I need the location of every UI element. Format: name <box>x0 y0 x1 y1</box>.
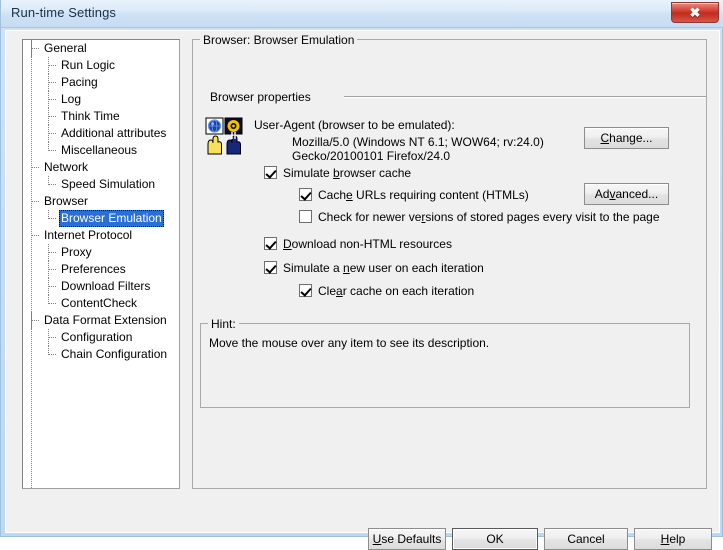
browser-properties-label: Browser properties <box>210 90 311 104</box>
tree-item-miscellaneous[interactable]: Miscellaneous <box>23 142 179 159</box>
tree-item-pacing[interactable]: Pacing <box>23 74 179 91</box>
cancel-label: Cancel <box>567 532 605 546</box>
use-defaults-button[interactable]: Use Defaults <box>368 528 446 550</box>
checkbox-label: Simulate browser cache <box>283 166 412 180</box>
user-agent-label: User-Agent (browser to be emulated): <box>254 118 455 132</box>
tree-item-think-time[interactable]: Think Time <box>23 108 179 125</box>
tree-item-network[interactable]: Network <box>23 159 179 176</box>
tree-item-label: Preferences <box>61 262 126 276</box>
dialog-client-area: General Run Logic Pacing Log Think Time Addit… <box>5 30 720 550</box>
ok-button[interactable]: OK <box>452 528 538 550</box>
checkbox-label: Download non-HTML resources <box>283 237 452 251</box>
tree-item-label: Think Time <box>61 109 120 123</box>
change-button[interactable]: Change... <box>584 127 669 149</box>
advanced-button-label: Advanced... <box>594 187 659 201</box>
checkbox-box[interactable] <box>299 188 312 201</box>
tree-item-download-filters[interactable]: Download Filters <box>23 278 179 295</box>
close-button[interactable]: ✖ <box>671 2 719 23</box>
use-defaults-label: Use Defaults <box>372 532 442 546</box>
tree-item-preferences[interactable]: Preferences <box>23 261 179 278</box>
tree-item-browser-emulation[interactable]: Browser Emulation <box>23 210 179 227</box>
tree-item-label: Configuration <box>61 330 133 344</box>
hint-legend: Hint: <box>208 317 239 331</box>
tree-item-log[interactable]: Log <box>23 91 179 108</box>
tree-item-label: Pacing <box>61 75 98 89</box>
tree-item-label: Browser <box>44 194 89 208</box>
checkbox-label: Cache URLs requiring content (HTMLs) <box>318 188 529 202</box>
close-icon: ✖ <box>689 5 701 20</box>
tree-item-label: Speed Simulation <box>61 177 156 191</box>
change-button-label: Change... <box>600 131 653 145</box>
user-agent-value-line2: Gecko/20100101 Firefox/24.0 <box>292 149 451 163</box>
tree-item-label: Run Logic <box>61 58 116 72</box>
user-agent-value-line1: Mozilla/5.0 (Windows NT 6.1; WOW64; rv:2… <box>292 135 544 149</box>
checkbox-box[interactable] <box>264 166 277 179</box>
tree-item-list: General Run Logic Pacing Log Think Time Addit… <box>23 40 179 363</box>
ok-label: OK <box>486 532 504 546</box>
help-label: Help <box>660 532 686 546</box>
tree-item-proxy[interactable]: Proxy <box>23 244 179 261</box>
checkbox-label: Clear cache on each iteration <box>318 284 475 298</box>
tree-item-label: ContentCheck <box>61 296 138 310</box>
tree-item-configuration[interactable]: Configuration <box>23 329 179 346</box>
window-title: Run-time Settings <box>11 5 117 20</box>
tree-item-label: Chain Configuration <box>61 347 168 361</box>
help-button[interactable]: Help <box>634 528 712 550</box>
tree-item-additional-attributes[interactable]: Additional attributes <box>23 125 179 142</box>
tree-item-run-logic[interactable]: Run Logic <box>23 57 179 74</box>
browser-emulation-icon <box>205 117 245 155</box>
checkbox-label: Simulate a new user on each iteration <box>283 261 484 275</box>
hint-text: Move the mouse over any item to see its … <box>209 336 490 350</box>
title-bar: Run-time Settings ✖ <box>1 0 723 28</box>
tree-item-label: Network <box>44 160 89 174</box>
tree-item-browser[interactable]: Browser <box>23 193 179 210</box>
checkbox-box[interactable] <box>264 261 277 274</box>
cancel-button[interactable]: Cancel <box>544 528 628 550</box>
settings-tree[interactable]: General Run Logic Pacing Log Think Time Addit… <box>22 39 180 489</box>
browser-properties-divider <box>344 96 706 98</box>
tree-item-label: Additional attributes <box>61 126 167 140</box>
dialog-window: Run-time Settings ✖ General Run Logic Paci… <box>0 0 723 550</box>
tree-item-label: Internet Protocol <box>44 228 133 242</box>
tree-item-general[interactable]: General <box>23 40 179 57</box>
tree-item-label: Browser Emulation <box>59 210 164 227</box>
tree-item-label: Data Format Extension <box>44 313 167 327</box>
checkbox-box[interactable] <box>299 210 312 223</box>
tree-item-label: General <box>44 41 87 55</box>
checkbox-box[interactable] <box>264 237 277 250</box>
tree-item-label: Proxy <box>61 245 92 259</box>
groupbox-legend: Browser: Browser Emulation <box>200 33 358 47</box>
tree-item-label: Download Filters <box>61 279 151 293</box>
advanced-button[interactable]: Advanced... <box>584 183 669 205</box>
tree-item-chain-configuration[interactable]: Chain Configuration <box>23 346 179 363</box>
tree-item-label: Miscellaneous <box>61 143 138 157</box>
tree-item-speed-simulation[interactable]: Speed Simulation <box>23 176 179 193</box>
checkbox-box[interactable] <box>299 284 312 297</box>
checkbox-label: Check for newer versions of stored pages… <box>318 210 660 224</box>
tree-item-internet-protocol[interactable]: Internet Protocol <box>23 227 179 244</box>
tree-item-label: Log <box>61 92 82 106</box>
tree-item-data-format-extension[interactable]: Data Format Extension <box>23 312 179 329</box>
tree-item-contentcheck[interactable]: ContentCheck <box>23 295 179 312</box>
